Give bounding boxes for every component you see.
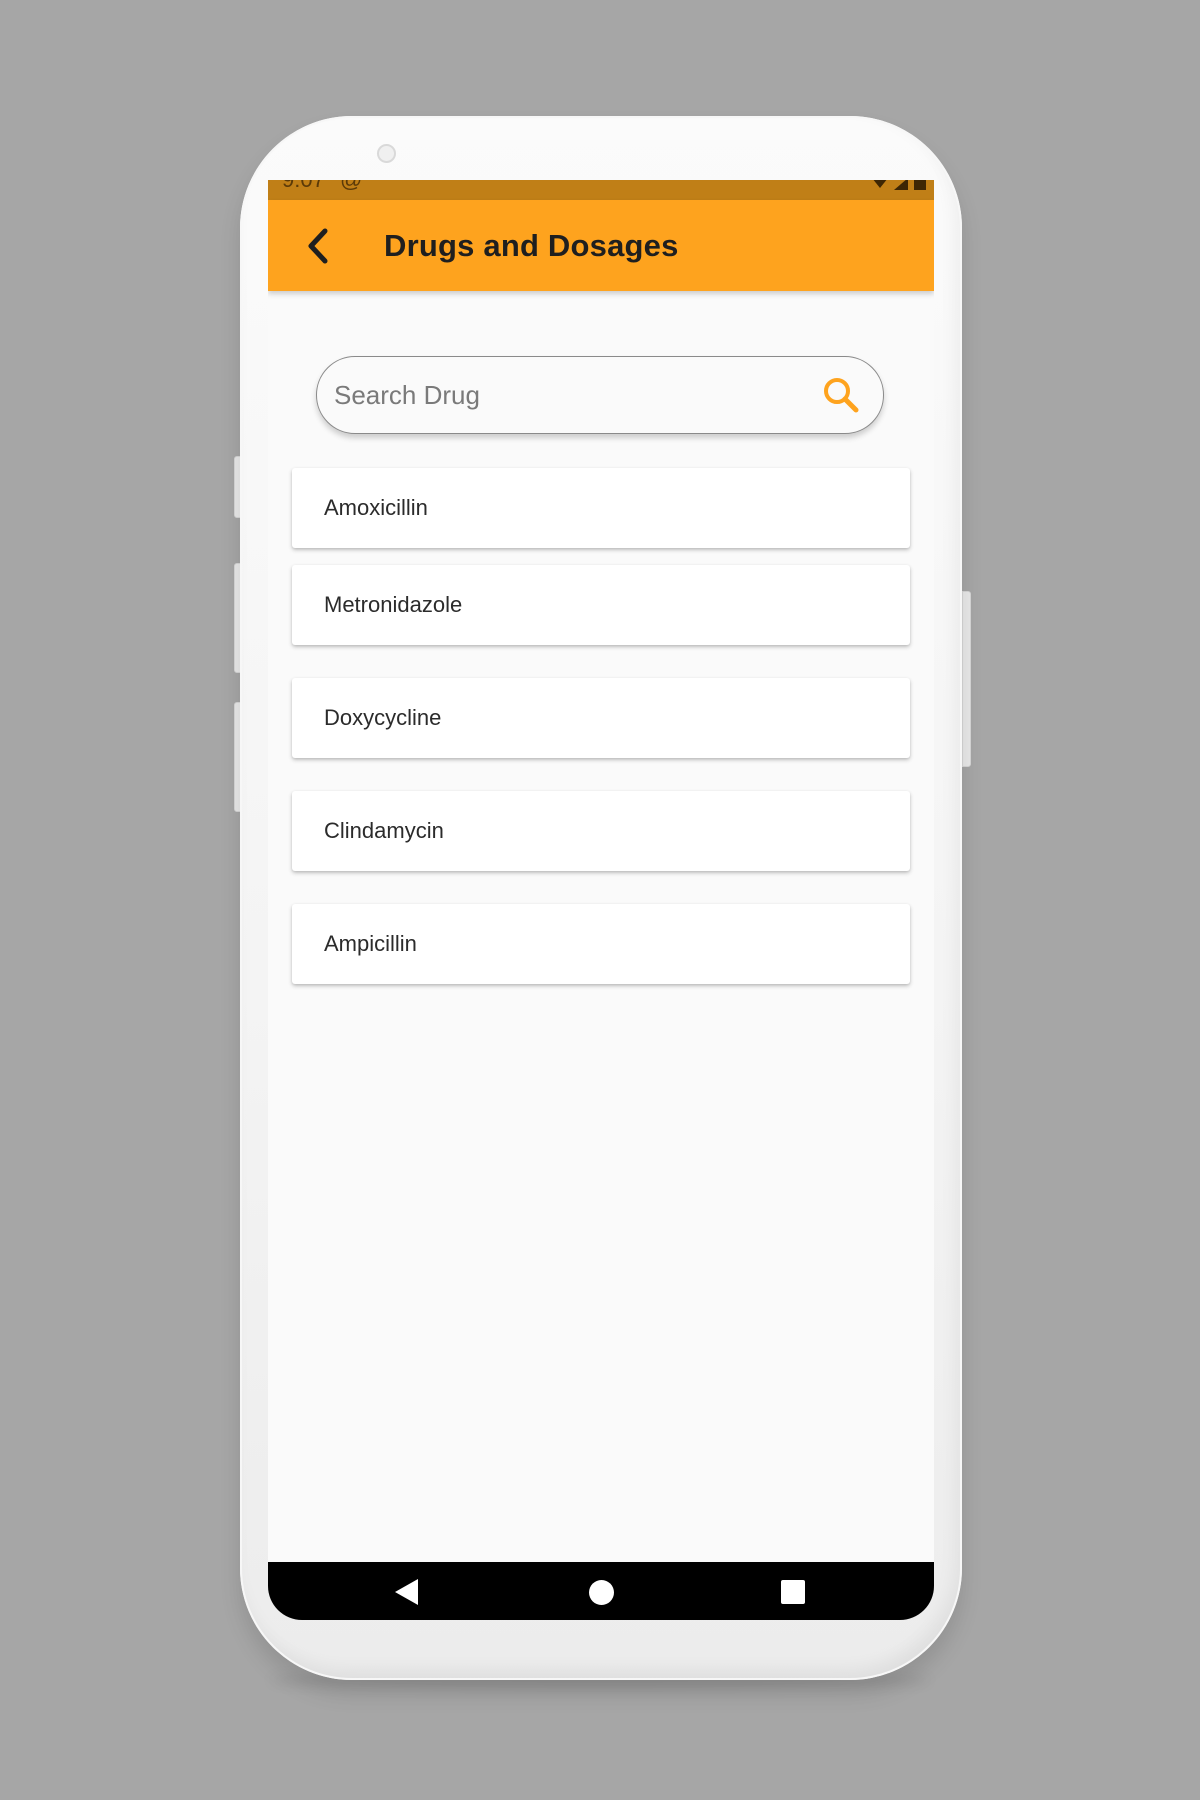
list-item[interactable]: Doxycycline <box>292 678 910 758</box>
system-home-button[interactable] <box>581 1572 621 1612</box>
drug-name: Metronidazole <box>324 592 463 617</box>
search-button[interactable] <box>811 365 871 425</box>
search-box <box>316 356 884 434</box>
back-triangle-icon <box>394 1579 418 1605</box>
signal-icon <box>894 180 908 190</box>
recents-square-icon <box>781 1580 805 1604</box>
search-input[interactable] <box>317 364 811 426</box>
wifi-icon <box>872 180 888 188</box>
status-bar: 9:07 @ <box>268 180 934 200</box>
at-icon: @ <box>340 180 362 191</box>
drug-name: Ampicillin <box>324 931 417 956</box>
battery-icon <box>914 180 926 190</box>
system-nav-bar <box>268 1562 934 1620</box>
drug-name: Amoxicillin <box>324 495 428 520</box>
system-recents-button[interactable] <box>773 1572 813 1612</box>
list-item[interactable]: Amoxicillin <box>292 468 910 548</box>
system-back-button[interactable] <box>386 1572 426 1612</box>
status-time: 9:07 <box>282 180 325 191</box>
phone-power-button <box>962 591 971 767</box>
status-icons <box>872 180 926 190</box>
phone-screen: 9:07 @ Drugs and Dosages <box>268 180 934 1620</box>
home-circle-icon <box>588 1579 614 1605</box>
stage: 9:07 @ Drugs and Dosages <box>0 0 1200 1800</box>
list-item[interactable]: Ampicillin <box>292 904 910 984</box>
back-button[interactable] <box>294 222 342 270</box>
drug-name: Doxycycline <box>324 705 442 730</box>
page-title: Drugs and Dosages <box>384 228 679 263</box>
chevron-left-icon <box>308 228 328 264</box>
list-item[interactable]: Clindamycin <box>292 791 910 871</box>
app-bar: Drugs and Dosages <box>268 200 934 291</box>
list-item[interactable]: Metronidazole <box>292 565 910 645</box>
search-icon <box>824 378 859 413</box>
front-camera <box>377 144 396 163</box>
drug-name: Clindamycin <box>324 818 444 843</box>
